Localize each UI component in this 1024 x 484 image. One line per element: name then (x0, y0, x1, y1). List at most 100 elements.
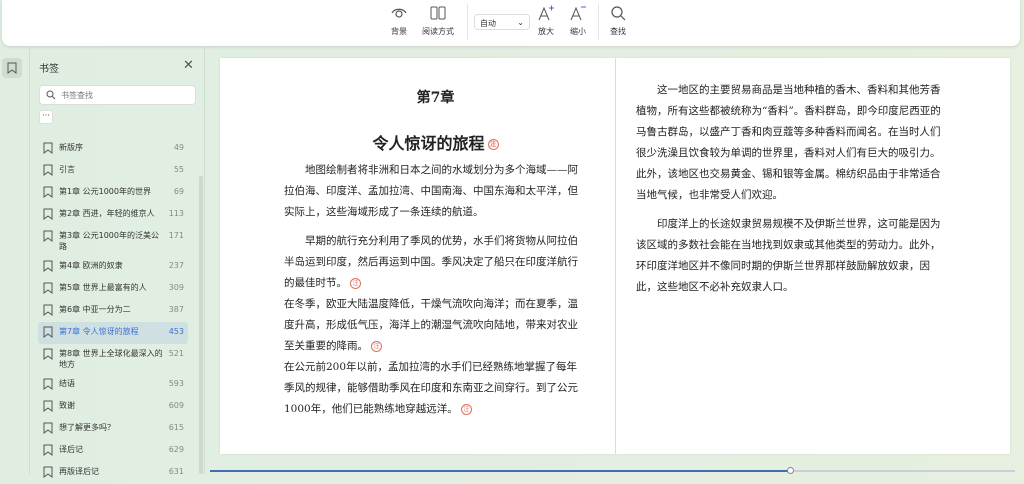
book-icon (430, 6, 446, 20)
bookmark-page: 113 (168, 209, 184, 218)
bookmark-icon (43, 348, 53, 360)
paragraph-text: 早期的航行充分利用了季风的优势，水手们将货物从阿拉伯半岛运到印度，然后再运到中国… (284, 235, 578, 289)
scrollbar[interactable] (199, 176, 203, 474)
footnote-icon[interactable]: 注 (371, 340, 382, 352)
bookmark-panel: 书签 ✕ ··· 新版序 49 引言 55 第1章 公元1000年的世界 69 第2章 西进… (30, 46, 205, 478)
chapter-title: 令人惊讶的旅程注 (284, 133, 587, 154)
bookmark-label: 第1章 公元1000年的世界 (59, 187, 151, 196)
bookmark-page: 629 (168, 445, 184, 454)
bookmark-page: 55 (173, 165, 184, 174)
bookmark-icon (43, 444, 53, 456)
bookmark-item[interactable]: 第3章 公元1000年的泛美公路 171 (38, 226, 188, 256)
chapter-number: 第7章 (416, 90, 455, 106)
bookmark-item[interactable]: 第7章 令人惊讶的旅程 453 (38, 322, 188, 344)
right-page: 这一地区的主要贸易商品是当地种植的香木、香料和其他芳香植物，所有这些都被统称为“… (616, 58, 1010, 454)
bookmark-page: 49 (173, 143, 184, 152)
paragraph: 印度洋上的长途奴隶贸易规模不及伊斯兰世界，这可能是因为该区域的多数社会能在当地找… (636, 218, 941, 293)
zoom-select[interactable]: 自动 ⌄ (474, 14, 530, 30)
zoom-out-label: 缩小 (570, 27, 586, 36)
paragraph-text: 在冬季，欧亚大陆温度降低，干燥气流吹向海洋；而在夏季，温度升高，形成低气压，海洋… (284, 298, 578, 352)
bookmark-icon (43, 422, 53, 434)
bookmark-item[interactable]: 引言 55 (38, 160, 188, 182)
paragraph: 在公元前200年以前，孟加拉湾的水手们已经熟练地掌握了每年季风的规律，能够借助季… (284, 357, 587, 420)
chevron-down-icon: ⌄ (517, 18, 524, 27)
read-mode-label: 阅读方式 (422, 27, 454, 36)
chapter-title-text: 令人惊讶的旅程 (372, 134, 485, 153)
bookmark-item[interactable]: 第4章 欧洲的奴隶 237 (38, 256, 188, 278)
bookmark-icon (43, 466, 53, 478)
bookmark-icon (43, 400, 53, 412)
background-label: 背景 (391, 27, 407, 36)
bookmarks-tab[interactable] (2, 58, 22, 78)
bookmark-item[interactable]: 致谢 609 (38, 396, 188, 418)
bookmark-page: 521 (168, 349, 184, 358)
paragraph: 在冬季，欧亚大陆温度降低，干燥气流吹向海洋；而在夏季，温度升高，形成低气压，海洋… (284, 294, 587, 357)
bookmark-label: 译后记 (59, 445, 83, 454)
footnote-icon[interactable]: 注 (487, 139, 499, 150)
progress-fill (210, 470, 790, 472)
bookmark-page: 631 (168, 467, 184, 476)
bookmark-item[interactable]: 第1章 公元1000年的世界 69 (38, 182, 188, 204)
divider (467, 4, 468, 40)
paragraph-text: 在公元前200年以前，孟加拉湾的水手们已经熟练地掌握了每年季风的规律，能够借助季… (284, 361, 578, 415)
bookmark-search[interactable] (39, 85, 196, 105)
bookmark-icon (43, 230, 53, 242)
bookmark-label: 第8章 世界上全球化最深入的地方 (59, 349, 163, 369)
paragraph-text: 地图绘制者将非洲和日本之间的水域划分为多个海域——阿拉伯海、印度洋、孟加拉湾、中… (284, 164, 578, 218)
zoom-out-button[interactable]: 缩小 (569, 4, 587, 37)
more-button[interactable]: ··· (39, 110, 53, 124)
bookmark-page: 69 (173, 187, 184, 196)
bookmark-page: 309 (168, 283, 184, 292)
zoom-in-label: 放大 (538, 27, 554, 36)
find-button[interactable]: 查找 (609, 4, 627, 37)
page-progress-slider[interactable] (210, 467, 1015, 474)
bookmark-icon (43, 142, 53, 154)
bookmark-item[interactable]: 译后记 629 (38, 440, 188, 462)
bookmark-page: 387 (168, 305, 184, 314)
bookmark-label: 想了解更多吗？ (59, 423, 115, 432)
bookmark-icon (43, 304, 53, 316)
bookmark-search-input[interactable] (61, 90, 181, 100)
bookmark-item[interactable]: 第6章 中亚一分为二 387 (38, 300, 188, 322)
panel-title: 书签 (39, 64, 59, 75)
bookmark-icon (43, 260, 53, 272)
bookmark-item[interactable]: 新版序 49 (38, 138, 188, 160)
zoom-select-value: 自动 (480, 19, 496, 28)
bookmark-page: 237 (168, 261, 184, 270)
bookmark-icon (43, 164, 53, 176)
zoom-in-button[interactable]: 放大 (537, 4, 555, 37)
bookmark-label: 第7章 令人惊讶的旅程 (59, 327, 139, 336)
left-rail (0, 46, 30, 474)
progress-handle[interactable] (786, 467, 794, 474)
close-icon[interactable]: ✕ (183, 58, 194, 73)
bookmark-label: 第4章 欧洲的奴隶 (59, 261, 123, 270)
background-button[interactable]: 背景 (390, 4, 408, 37)
bookmark-page: 171 (168, 231, 184, 240)
bookmark-list: 新版序 49 引言 55 第1章 公元1000年的世界 69 第2章 西进，年轻的维京人 11… (38, 138, 188, 484)
bookmark-icon (43, 208, 53, 220)
eye-icon (391, 8, 407, 18)
bookmark-icon (43, 378, 53, 390)
bookmark-page: 615 (168, 423, 184, 432)
bookmark-label: 新版序 (59, 143, 83, 152)
search-icon (46, 90, 56, 100)
bookmark-page: 609 (168, 401, 184, 410)
bookmark-item[interactable]: 结语 593 (38, 374, 188, 396)
bookmark-page: 453 (168, 327, 184, 336)
bookmark-item[interactable]: 想了解更多吗？ 615 (38, 418, 188, 440)
search-icon (611, 6, 626, 21)
font-increase-icon (538, 5, 554, 21)
read-mode-button[interactable]: 阅读方式 (422, 4, 454, 37)
bookmark-label: 引言 (59, 165, 75, 174)
bookmark-item[interactable]: 再版译后记 631 (38, 462, 188, 484)
bookmark-page: 593 (168, 379, 184, 388)
font-decrease-icon (570, 6, 586, 21)
bookmark-item[interactable]: 第8章 世界上全球化最深入的地方 521 (38, 344, 188, 374)
bookmark-item[interactable]: 第5章 世界上最富有的人 309 (38, 278, 188, 300)
footnote-icon[interactable]: 注 (460, 403, 472, 415)
bookmark-item[interactable]: 第2章 西进，年轻的维京人 113 (38, 204, 188, 226)
bookmark-icon (7, 62, 17, 74)
paragraph: 地图绘制者将非洲和日本之间的水域划分为多个海域——阿拉伯海、印度洋、孟加拉湾、中… (284, 160, 587, 223)
footnote-icon[interactable]: 注 (350, 277, 361, 289)
bookmark-label: 第6章 中亚一分为二 (59, 305, 131, 314)
